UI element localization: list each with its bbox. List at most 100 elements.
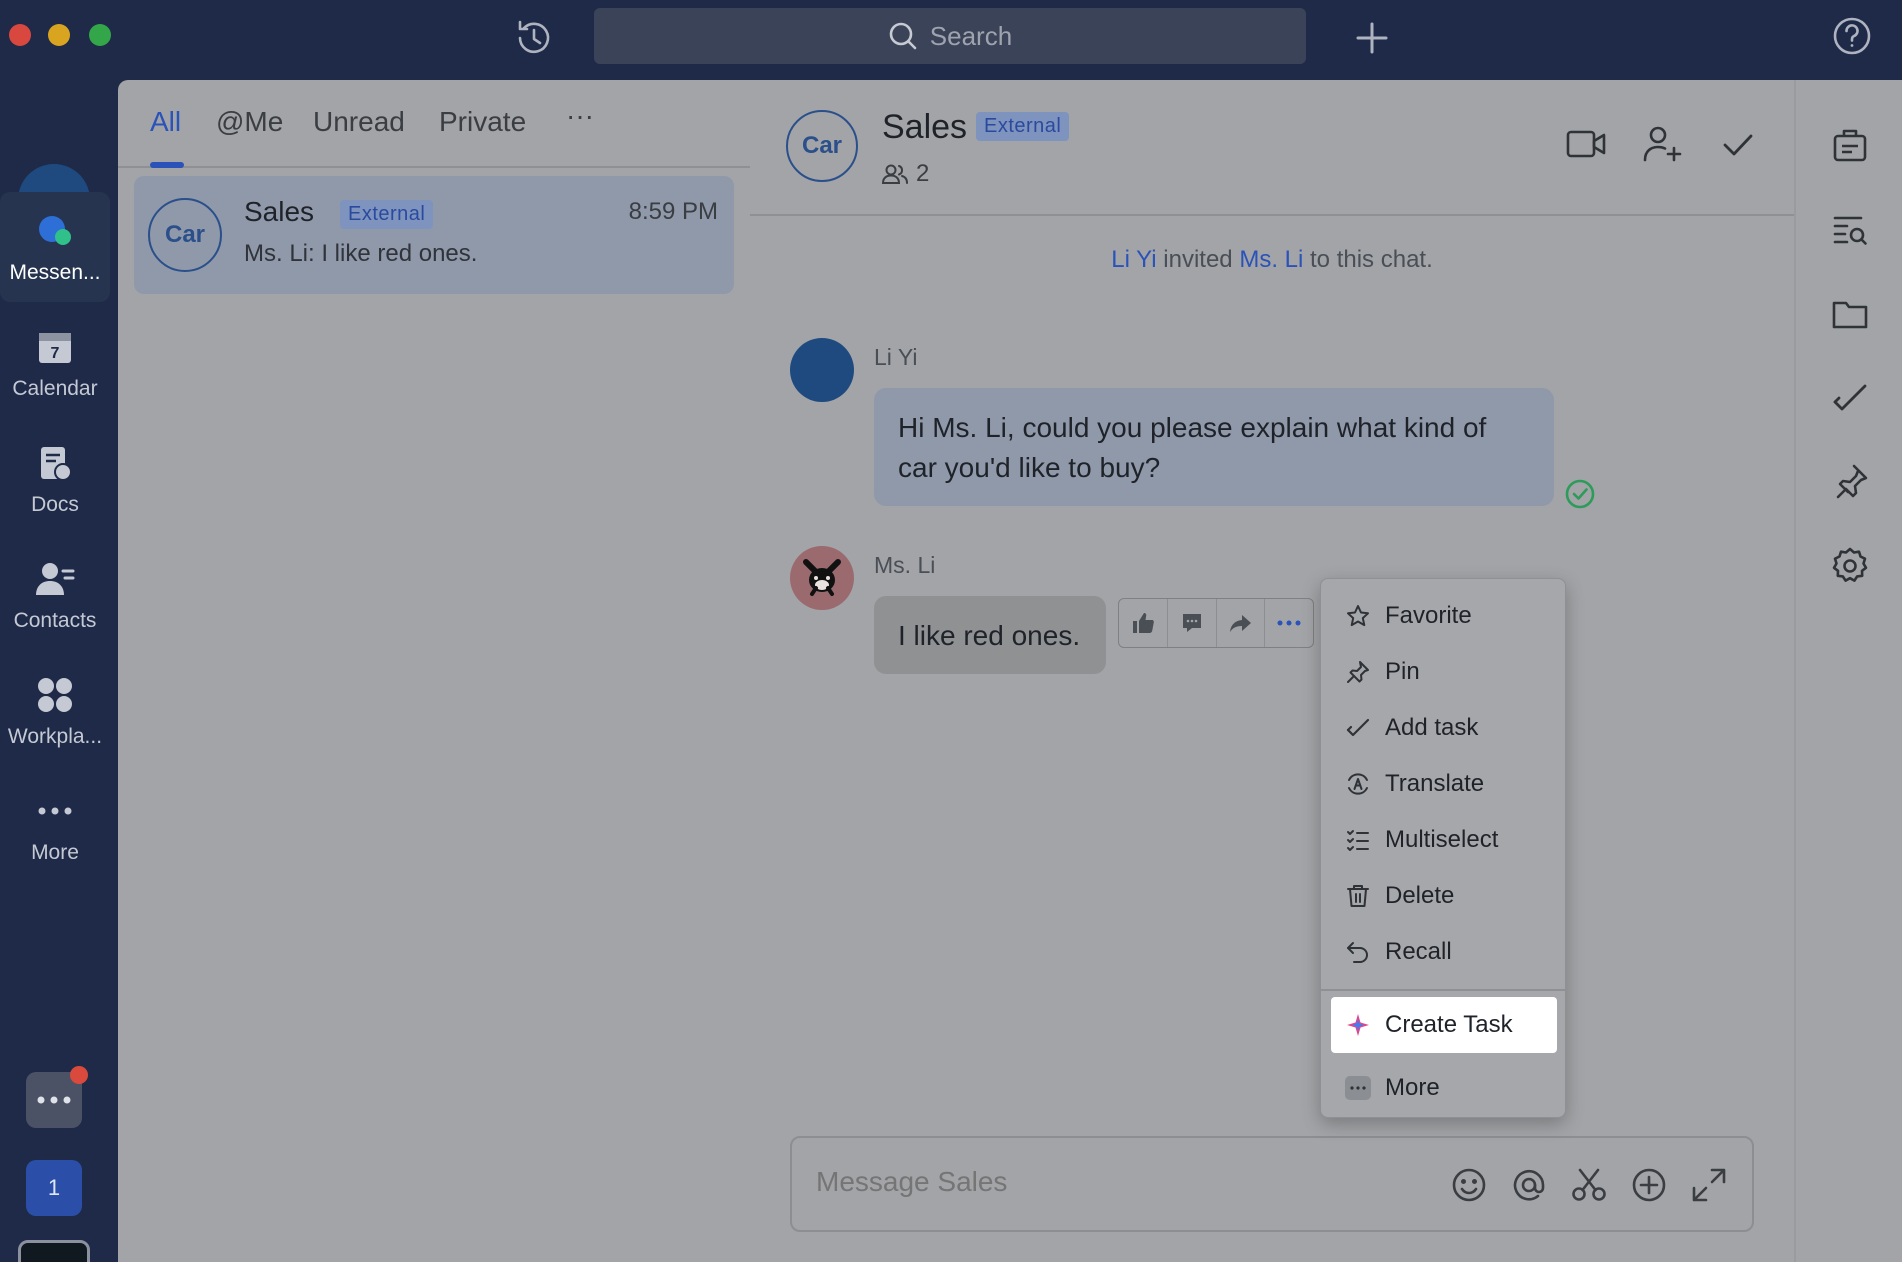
more-dots-icon (38, 807, 72, 815)
scissors-icon[interactable] (1568, 1164, 1610, 1206)
menu-item-favorite[interactable]: Favorite (1321, 591, 1567, 641)
mention-icon[interactable] (1508, 1164, 1550, 1206)
system-target-link[interactable]: Ms. Li (1239, 246, 1303, 273)
help-icon[interactable] (1830, 14, 1874, 58)
expand-icon[interactable] (1688, 1164, 1730, 1206)
checkmark-icon[interactable] (1716, 122, 1760, 166)
more-icon (1345, 1076, 1371, 1100)
search-history-icon[interactable] (1830, 210, 1870, 250)
avatar-ms-li[interactable] (790, 546, 854, 610)
more-dots-icon (1277, 620, 1301, 626)
forward-button[interactable] (1217, 599, 1266, 647)
maximize-window-button[interactable] (89, 24, 111, 46)
message-sender: Ms. Li (874, 552, 936, 578)
left-navigation: Messen... 7 Calendar Docs Contacts Workp… (0, 80, 118, 1262)
message-bubble[interactable]: Hi Ms. Li, could you please explain what… (874, 388, 1554, 506)
svg-text:7: 7 (51, 345, 60, 362)
message-more-button[interactable] (1265, 599, 1313, 647)
external-tag: External (340, 200, 434, 229)
nav-label: Calendar (12, 377, 98, 400)
menu-item-label: Create Task (1385, 1011, 1513, 1038)
chat-name: Sales (244, 196, 315, 227)
menu-item-multiselect[interactable]: Multiselect (1321, 815, 1567, 865)
menu-item-label: Add task (1385, 714, 1479, 741)
system-suffix: to this chat. (1310, 246, 1433, 273)
folder-icon[interactable] (1830, 294, 1870, 334)
members-icon (882, 164, 908, 184)
menu-item-recall[interactable]: Recall (1321, 927, 1567, 977)
nav-item-calendar[interactable]: 7 Calendar (0, 308, 110, 418)
tabs-more-button[interactable]: ··· (566, 100, 594, 132)
nav-item-contacts[interactable]: Contacts (0, 540, 110, 650)
chat-time: 8:59 PM (628, 198, 718, 225)
nav-label: Contacts (13, 609, 97, 632)
menu-item-create-task[interactable]: Create Task (1331, 997, 1557, 1053)
tab-all[interactable]: All (150, 106, 181, 138)
system-actor-link[interactable]: Li Yi (1111, 246, 1156, 273)
add-member-icon[interactable] (1640, 122, 1684, 166)
docs-icon (41, 447, 72, 481)
nav-item-messenger[interactable]: Messen... (0, 192, 110, 302)
plus-icon[interactable] (1350, 16, 1394, 60)
announcement-icon[interactable] (1830, 126, 1870, 166)
add-attachment-icon[interactable] (1628, 1164, 1670, 1206)
video-call-icon[interactable] (1564, 122, 1608, 166)
nav-label: Docs (31, 493, 79, 516)
member-count-value: 2 (916, 160, 930, 187)
forward-icon (1230, 615, 1252, 632)
close-window-button[interactable] (9, 24, 31, 46)
settings-gear-icon[interactable] (1830, 546, 1870, 586)
system-message: Li Yi invited Ms. Li to this chat. (750, 246, 1794, 274)
dock-app-t[interactable]: T (18, 1240, 90, 1262)
nav-item-workplace[interactable]: Workpla... (0, 656, 110, 766)
member-count[interactable]: 2 (882, 160, 929, 188)
thumbs-up-button[interactable] (1119, 599, 1168, 647)
message-context-menu: Favorite Pin Add task Translate Multisel… (1320, 578, 1567, 1118)
message-bubble[interactable]: I like red ones. (874, 596, 1106, 674)
tab-unread[interactable]: Unread (313, 106, 405, 138)
star-icon (1347, 605, 1369, 627)
chat-avatar[interactable]: Car (786, 110, 858, 182)
menu-item-pin[interactable]: Pin (1321, 647, 1567, 697)
tab-private[interactable]: Private (439, 106, 526, 138)
trash-icon (1347, 885, 1369, 907)
chat-title[interactable]: Sales (882, 108, 967, 147)
minimize-window-button[interactable] (48, 24, 70, 46)
task-check-icon[interactable] (1830, 378, 1870, 418)
chat-list-item[interactable]: Car Sales External 8:59 PM Ms. Li: I lik… (134, 176, 734, 294)
menu-item-translate[interactable]: Translate (1321, 759, 1567, 809)
reply-button[interactable] (1168, 599, 1217, 647)
avatar-li-yi[interactable] (790, 338, 854, 402)
tab-at-me[interactable]: @Me (216, 106, 283, 138)
thumbs-up-icon (1132, 613, 1154, 633)
menu-item-add-task[interactable]: Add task (1321, 703, 1567, 753)
dock-app-one[interactable]: 1 (26, 1160, 82, 1216)
dock-app-label: 1 (47, 1175, 61, 1200)
read-receipt-icon (1565, 479, 1595, 509)
search-icon (889, 22, 917, 50)
pin-icon[interactable] (1830, 462, 1870, 502)
search-placeholder: Search (929, 20, 1013, 51)
emoji-icon[interactable] (1448, 1164, 1490, 1206)
menu-item-more[interactable]: More (1321, 1063, 1567, 1113)
system-verb: invited (1163, 246, 1233, 273)
nav-label: Messen... (9, 261, 101, 284)
messenger-icon (39, 216, 71, 245)
message-input[interactable] (816, 1166, 1416, 1198)
title-bar: Search (0, 0, 1902, 80)
search-input[interactable]: Search (594, 8, 1306, 64)
more-dots-icon (37, 1096, 71, 1104)
nav-item-docs[interactable]: Docs (0, 424, 110, 534)
nav-item-more[interactable]: More (0, 772, 110, 882)
nav-label: More (31, 841, 79, 864)
history-icon[interactable] (512, 16, 556, 60)
chat-filter-tabs: All @Me Unread Private ··· (118, 80, 750, 168)
menu-item-label: Recall (1385, 938, 1452, 965)
recall-icon (1347, 942, 1368, 963)
dock-more-button[interactable] (26, 1066, 88, 1128)
menu-item-delete[interactable]: Delete (1321, 871, 1567, 921)
menu-item-label: Translate (1385, 770, 1485, 797)
add-task-icon (1346, 718, 1370, 737)
notification-badge (70, 1066, 88, 1084)
menu-item-label: More (1385, 1074, 1440, 1101)
